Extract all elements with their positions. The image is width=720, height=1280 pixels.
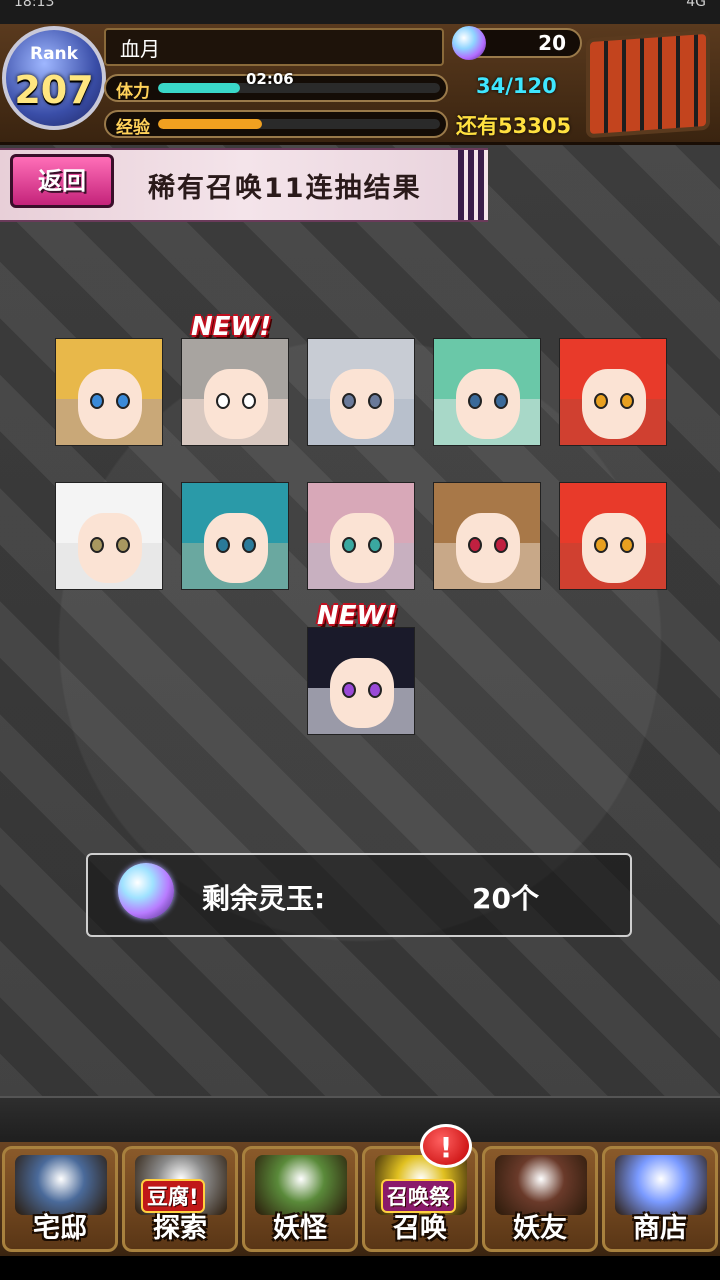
- nav-label: 宅邸: [33, 1213, 87, 1244]
- character-eye: [342, 682, 356, 698]
- character-face: [330, 369, 394, 439]
- nav-divider: [0, 1096, 720, 1144]
- nav-item-yokai[interactable]: 妖怪: [242, 1146, 358, 1252]
- rank-value: 207: [14, 68, 94, 112]
- result-card[interactable]: [307, 482, 415, 590]
- status-network: 4G: [686, 0, 706, 10]
- nav-tag: 豆腐!: [141, 1179, 205, 1213]
- character-face: [456, 513, 520, 583]
- new-badge: NEW!: [317, 601, 398, 631]
- character-face: [330, 513, 394, 583]
- character-eye: [620, 393, 634, 409]
- character-eye: [594, 393, 608, 409]
- stamina-bar: 体力 02:06: [104, 70, 448, 102]
- character-eye: [468, 537, 482, 553]
- status-bar: 18:13 4G: [0, 0, 720, 24]
- banner-stripe: [458, 150, 488, 220]
- player-name: 血月: [104, 28, 444, 66]
- result-card[interactable]: [433, 482, 541, 590]
- character-eye: [216, 537, 230, 553]
- nav-label: 妖友: [513, 1213, 567, 1244]
- character-eye: [116, 393, 130, 409]
- result-card[interactable]: [307, 338, 415, 446]
- rank-badge[interactable]: Rank 207: [2, 26, 106, 130]
- result-card[interactable]: [307, 627, 415, 735]
- character-face: [204, 513, 268, 583]
- stamina-label: 体力: [116, 82, 150, 102]
- gem-count: 20: [538, 31, 566, 55]
- character-eye: [90, 537, 104, 553]
- character-face: [78, 369, 142, 439]
- page-title: 稀有召唤11连抽结果: [148, 173, 422, 204]
- result-card[interactable]: [55, 482, 163, 590]
- character-eye: [116, 537, 130, 553]
- nav-label: 妖怪: [273, 1213, 327, 1244]
- result-card[interactable]: [55, 338, 163, 446]
- character-face: [330, 658, 394, 728]
- system-nav-bar: [0, 1256, 720, 1280]
- character-eye: [342, 393, 356, 409]
- character-eye: [90, 393, 104, 409]
- character-eye: [368, 537, 382, 553]
- remaining-value: 20个: [472, 882, 539, 915]
- character-face: [456, 369, 520, 439]
- spirit-jade-icon: [118, 863, 174, 919]
- result-card[interactable]: [181, 338, 289, 446]
- alert-badge: !: [420, 1124, 472, 1168]
- status-time: 18:13: [14, 0, 55, 10]
- new-badge: NEW!: [191, 312, 272, 342]
- bottom-nav: 宅邸 探索 豆腐! 妖怪 召唤 召唤祭 妖友 商店: [0, 1142, 720, 1256]
- character-face: [582, 369, 646, 439]
- character-eye: [368, 393, 382, 409]
- character-face: [582, 513, 646, 583]
- spirit-jade-icon: [452, 26, 486, 60]
- remaining-jade-panel: 剩余灵玉: 20个: [86, 853, 632, 937]
- treasure-chest-icon[interactable]: [586, 29, 710, 139]
- stamina-fill: [158, 83, 240, 93]
- character-eye: [620, 537, 634, 553]
- character-eye: [594, 537, 608, 553]
- result-card[interactable]: [181, 482, 289, 590]
- result-card[interactable]: [559, 338, 667, 446]
- gem-counter[interactable]: 20: [452, 26, 582, 60]
- remaining-label: 剩余灵玉:: [202, 882, 326, 915]
- character-eye: [468, 393, 482, 409]
- nav-label: 商店: [633, 1213, 687, 1244]
- exp-label: 经验: [116, 118, 150, 138]
- character-face: [78, 513, 142, 583]
- character-eye: [342, 537, 356, 553]
- character-eye: [494, 537, 508, 553]
- character-face: [204, 369, 268, 439]
- exp-bar: 经验: [104, 110, 448, 138]
- exp-fill: [158, 119, 263, 129]
- character-eye: [216, 393, 230, 409]
- nav-tag: 召唤祭: [381, 1179, 456, 1213]
- rank-label: Rank: [30, 44, 78, 64]
- player-header: Rank 207 血月 体力 02:06 经验 20 34/120 还有5330…: [0, 24, 720, 145]
- stamina-timer: 02:06: [246, 70, 294, 88]
- result-card[interactable]: [559, 482, 667, 590]
- exp-remaining: 还有53305: [456, 114, 572, 138]
- character-eye: [242, 393, 256, 409]
- result-card[interactable]: [433, 338, 541, 446]
- character-eye: [494, 393, 508, 409]
- nav-item-explore[interactable]: 探索 豆腐!: [122, 1146, 238, 1252]
- stamina-count: 34/120: [476, 74, 557, 98]
- nav-item-home[interactable]: 宅邸: [2, 1146, 118, 1252]
- nav-item-friends[interactable]: 妖友: [482, 1146, 598, 1252]
- character-eye: [368, 682, 382, 698]
- nav-item-shop[interactable]: 商店: [602, 1146, 718, 1252]
- back-button[interactable]: 返回: [10, 154, 114, 208]
- character-eye: [242, 537, 256, 553]
